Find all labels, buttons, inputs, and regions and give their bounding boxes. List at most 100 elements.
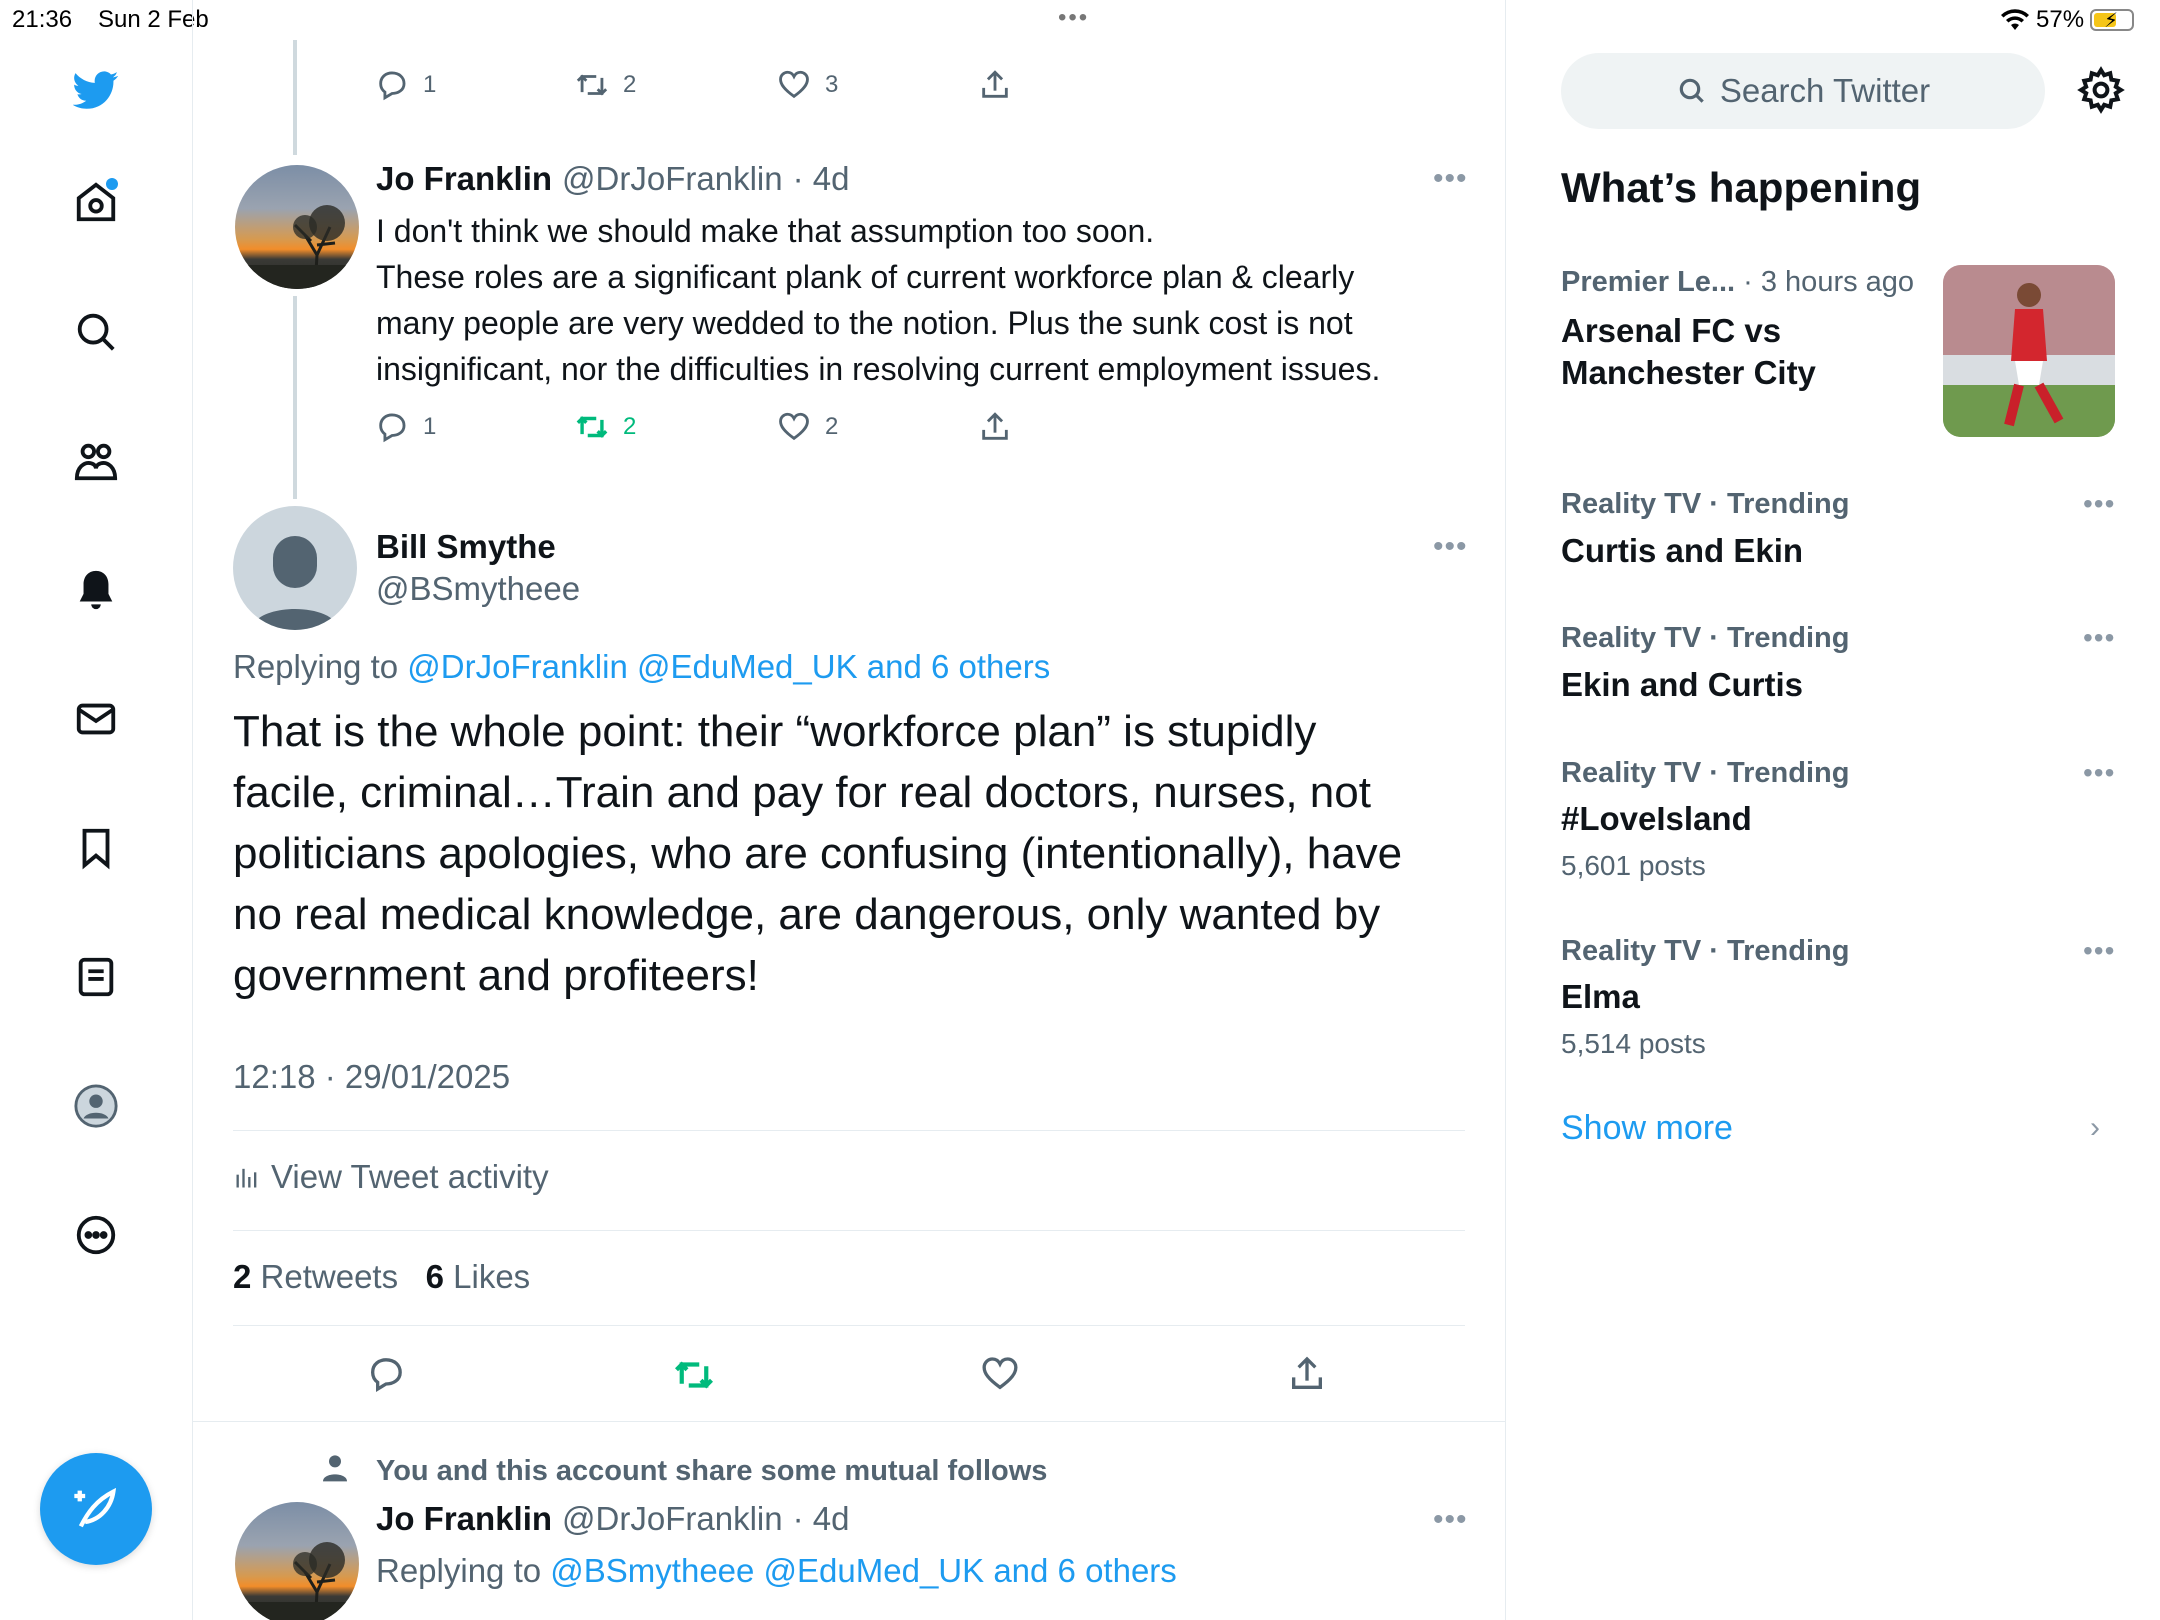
trend-item-title[interactable]: Elma: [1561, 976, 1640, 1018]
tweet-more-menu[interactable]: •••: [1433, 530, 1468, 564]
tweet-text-line: no real medical knowledge, are dangerous…: [233, 890, 1381, 939]
replying-to: Replying to @BSmytheee @EduMed_UK and 6 …: [376, 1552, 1177, 1590]
share-icon: [1292, 1356, 1322, 1389]
tweet-text-line: I don't think we should make that assump…: [376, 213, 1155, 249]
tweet-more-menu[interactable]: •••: [1433, 162, 1468, 196]
replying-prefix: Replying to: [376, 1552, 542, 1589]
communities-icon[interactable]: [66, 431, 126, 491]
heart-icon: [982, 1357, 1018, 1390]
divider: [233, 1230, 1465, 1231]
trend-item-meta: Premier Le... · 3 hours ago: [1561, 266, 1915, 298]
reply1-header: Jo Franklin @DrJoFranklin · 4d: [376, 160, 849, 198]
tweet-text-line: insignificant, nor the difficulties in r…: [376, 351, 1381, 387]
more-options-icon[interactable]: [66, 1205, 126, 1265]
home-notification-dot: [106, 178, 118, 190]
tree-silhouette-image: [235, 1542, 359, 1620]
tweet-text-line: facile, criminal…Train and pay for real …: [233, 768, 1371, 817]
search-input[interactable]: Search Twitter: [1561, 53, 2045, 129]
search-icon: [1679, 78, 1704, 103]
trend-item-title[interactable]: Arsenal FC vs Manchester City: [1561, 310, 1816, 394]
divider: [233, 1325, 1465, 1326]
jo-franklin-avatar[interactable]: [235, 1502, 359, 1620]
view-tweet-activity[interactable]: View Tweet activity: [233, 1158, 549, 1196]
like-button[interactable]: 3: [777, 68, 838, 102]
wifi-icon: [2001, 9, 2029, 30]
like-button[interactable]: 2: [777, 410, 838, 444]
retweet-button[interactable]: 2: [575, 68, 636, 102]
lists-icon[interactable]: [66, 947, 126, 1007]
tree-silhouette-image: [235, 205, 359, 289]
share-button[interactable]: [1287, 1354, 1327, 1394]
twitter-logo-icon[interactable]: [66, 60, 126, 120]
trend-item-meta: Reality TV · Trending: [1561, 622, 1850, 654]
divider: [233, 1130, 1465, 1131]
trend-more-menu[interactable]: •••: [2083, 935, 2115, 967]
tweet-text-line: These roles are a significant plank of c…: [376, 259, 1355, 295]
trend-item-meta: Reality TV · Trending: [1561, 935, 1850, 967]
compose-tweet-button[interactable]: [40, 1453, 152, 1565]
share-button[interactable]: [978, 410, 1012, 444]
reply-button[interactable]: 1: [375, 410, 436, 444]
trend-item-meta: Reality TV · Trending: [1561, 757, 1850, 789]
bill-smythe-avatar[interactable]: [233, 506, 357, 630]
trend-post-count: 5,514 posts: [1561, 1028, 1706, 1059]
tweet-text-line: government and profiteers!: [233, 951, 759, 1000]
trend-more-menu[interactable]: •••: [2083, 757, 2115, 789]
person-icon: [319, 1452, 351, 1489]
notifications-bell-icon[interactable]: [66, 560, 126, 620]
show-more-link[interactable]: Show more: [1561, 1109, 1733, 1148]
profile-avatar-icon[interactable]: [66, 1076, 126, 1136]
tweet-text-line: politicians apologies, who are confusing…: [233, 829, 1403, 878]
trend-more-menu[interactable]: •••: [2083, 488, 2115, 520]
battery-percent: 57%: [2036, 6, 2085, 33]
author-name[interactable]: Bill Smythe: [376, 528, 556, 566]
author-name[interactable]: Jo Franklin: [376, 160, 552, 198]
retweet-button-active[interactable]: 2: [575, 410, 636, 444]
messages-envelope-icon[interactable]: [66, 689, 126, 749]
settings-gear-icon[interactable]: [2077, 66, 2125, 114]
reply-icon: [370, 1358, 402, 1392]
tweet-more-menu[interactable]: •••: [1433, 1503, 1468, 1537]
chevron-right-icon[interactable]: ›: [2090, 1111, 2100, 1145]
retweet-button-active[interactable]: [673, 1354, 715, 1396]
trend-item-title[interactable]: Ekin and Curtis: [1561, 664, 1803, 706]
thread-connector: [293, 296, 297, 499]
replying-to-mentions[interactable]: @DrJoFranklin @EduMed_UK and 6 others: [407, 648, 1050, 685]
retweet-icon: [576, 74, 608, 96]
retweets-stat[interactable]: 2 Retweets: [233, 1258, 398, 1295]
battery-icon: ⚡: [2090, 9, 2135, 32]
author-handle[interactable]: @DrJoFranklin: [562, 1500, 783, 1538]
tweet-age: · 4d: [792, 1500, 850, 1537]
jo-franklin-avatar[interactable]: [235, 165, 359, 289]
trend-item-meta: Reality TV · Trending: [1561, 488, 1850, 520]
likes-stat[interactable]: 6 Likes: [426, 1258, 531, 1295]
reply-icon: [379, 413, 406, 443]
reply1-text: I don't think we should make that assump…: [376, 208, 1476, 392]
share-icon: [982, 412, 1008, 440]
replying-prefix: Replying to: [233, 648, 399, 685]
heart-icon: [779, 70, 809, 99]
author-handle[interactable]: @BSmytheee: [376, 570, 580, 608]
retweet-icon: [576, 416, 608, 438]
share-button[interactable]: [978, 68, 1012, 102]
search-icon[interactable]: [66, 302, 126, 362]
author-name[interactable]: Jo Franklin: [376, 1500, 552, 1538]
bookmarks-icon[interactable]: [66, 818, 126, 878]
replying-to-mentions[interactable]: @BSmytheee @EduMed_UK and 6 others: [550, 1552, 1177, 1589]
tweet-age: · 4d: [792, 160, 850, 197]
like-button[interactable]: [980, 1354, 1020, 1394]
default-avatar-icon: [251, 536, 339, 630]
status-indicators: 57% ⚡: [2000, 6, 2135, 34]
tweet-timestamp[interactable]: 12:18 · 29/01/2025: [233, 1058, 510, 1096]
reply-button[interactable]: 1: [375, 68, 436, 102]
home-icon[interactable]: [66, 172, 126, 232]
share-icon: [982, 70, 1008, 98]
author-handle[interactable]: @DrJoFranklin: [562, 160, 783, 198]
thread-connector: [293, 40, 297, 155]
trend-more-menu[interactable]: •••: [2083, 622, 2115, 654]
reply-button[interactable]: [366, 1354, 406, 1394]
trend-item-title[interactable]: Curtis and Ekin: [1561, 530, 1803, 572]
reply2-header: Jo Franklin @DrJoFranklin · 4d: [376, 1500, 849, 1538]
trend-thumbnail-image[interactable]: [1943, 265, 2115, 437]
trend-item-title[interactable]: #LoveIsland: [1561, 798, 1752, 840]
